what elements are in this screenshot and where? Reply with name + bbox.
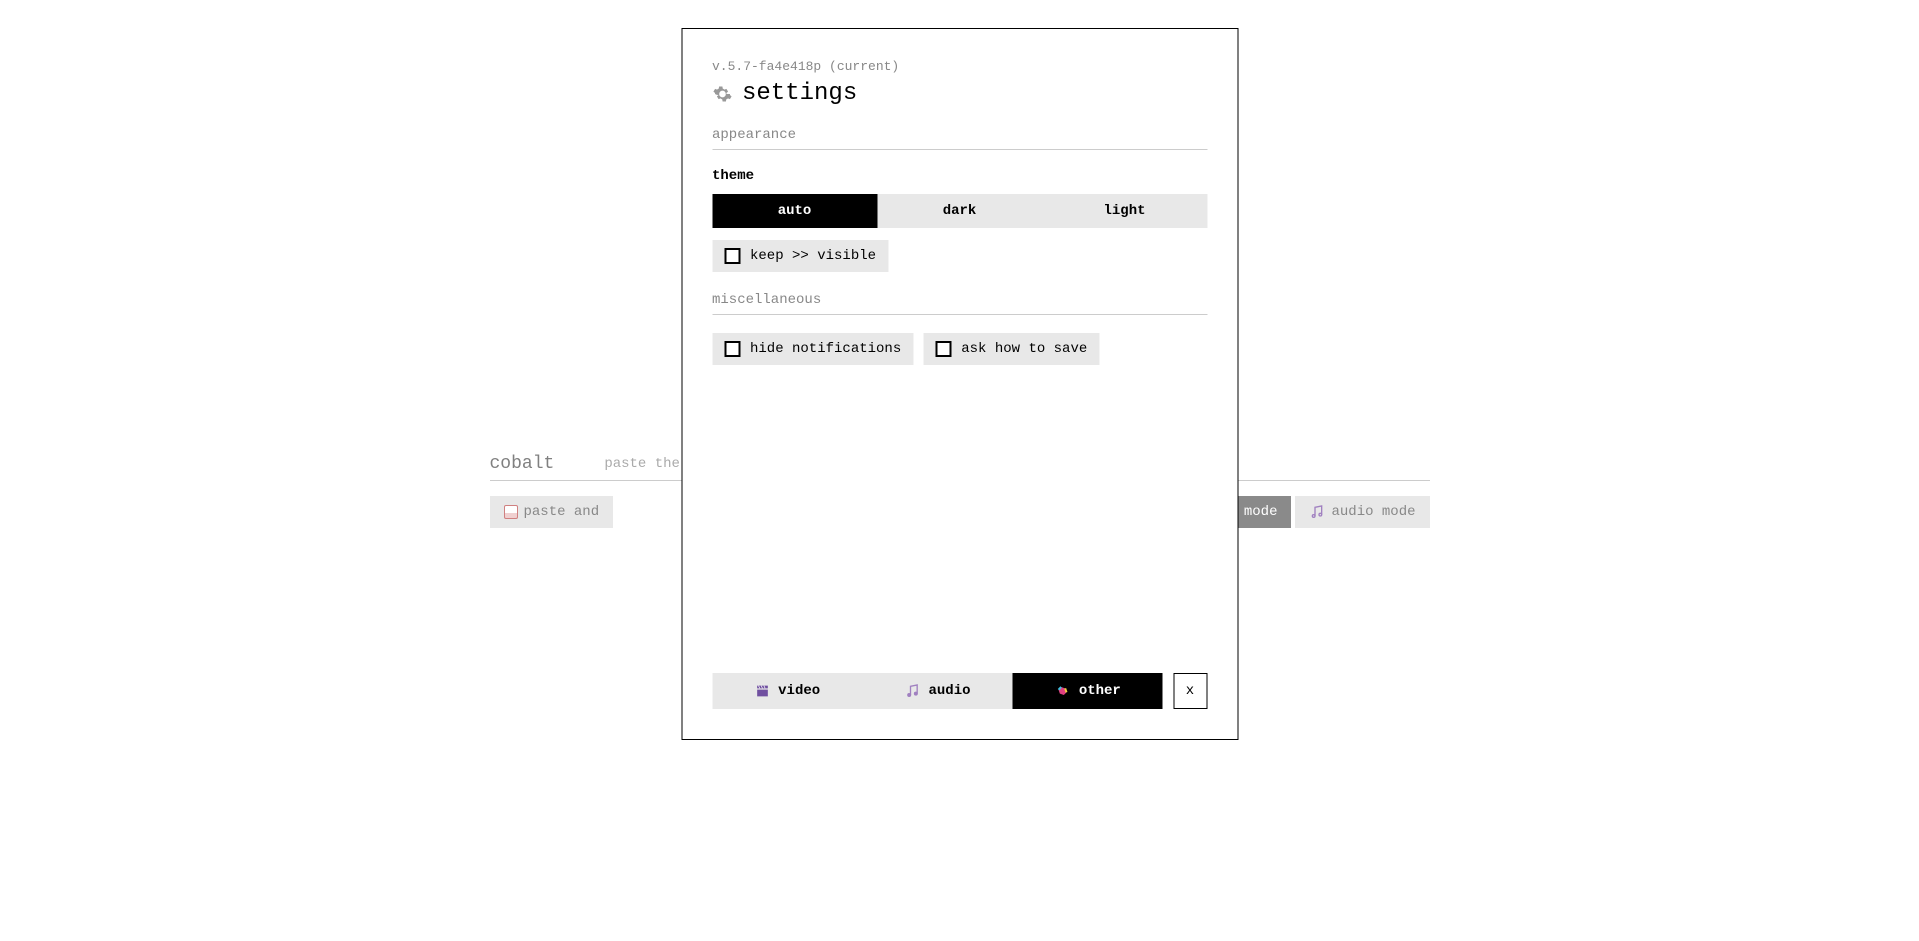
close-button[interactable]: x — [1173, 673, 1207, 709]
version-text: v.5.7-fa4e418p (current) — [712, 59, 1207, 74]
tab-other[interactable]: other — [1013, 673, 1163, 709]
tab-other-label: other — [1079, 683, 1121, 699]
ask-how-save-label: ask how to save — [961, 341, 1087, 357]
clapper-icon — [754, 683, 770, 699]
ask-how-save-checkbox[interactable]: ask how to save — [923, 333, 1099, 365]
keep-visible-checkbox[interactable]: keep >> visible — [712, 240, 888, 272]
checkbox-icon — [724, 341, 740, 357]
audio-mode-button[interactable]: audio mode — [1295, 496, 1429, 528]
section-appearance-header: appearance — [712, 127, 1207, 150]
tab-video[interactable]: video — [712, 673, 862, 709]
keep-visible-label: keep >> visible — [750, 248, 876, 264]
audio-mode-label: audio mode — [1331, 504, 1415, 520]
checkbox-icon — [724, 248, 740, 264]
hide-notifications-label: hide notifications — [750, 341, 901, 357]
modal-title: settings — [742, 80, 857, 107]
checkbox-icon — [935, 341, 951, 357]
theme-label: theme — [712, 168, 1207, 184]
theme-auto[interactable]: auto — [712, 194, 877, 228]
tab-video-label: video — [778, 683, 820, 699]
app-logo: cobalt — [490, 454, 555, 474]
gear-icon — [712, 84, 732, 104]
settings-tab-group: video audio other — [712, 673, 1163, 709]
pinata-icon — [1055, 683, 1071, 699]
theme-light[interactable]: light — [1042, 194, 1207, 228]
tab-audio[interactable]: audio — [862, 673, 1012, 709]
paste-button-label: paste and — [524, 504, 600, 520]
music-notes-icon — [904, 683, 920, 699]
music-notes-icon — [1309, 504, 1325, 520]
paste-button[interactable]: paste and — [490, 496, 614, 528]
theme-dark[interactable]: dark — [877, 194, 1042, 228]
clipboard-icon — [504, 505, 518, 519]
theme-segment-group: auto dark light — [712, 194, 1207, 228]
settings-modal: v.5.7-fa4e418p (current) settings appear… — [681, 28, 1238, 740]
section-misc-header: miscellaneous — [712, 292, 1207, 315]
tab-audio-label: audio — [928, 683, 970, 699]
hide-notifications-checkbox[interactable]: hide notifications — [712, 333, 913, 365]
